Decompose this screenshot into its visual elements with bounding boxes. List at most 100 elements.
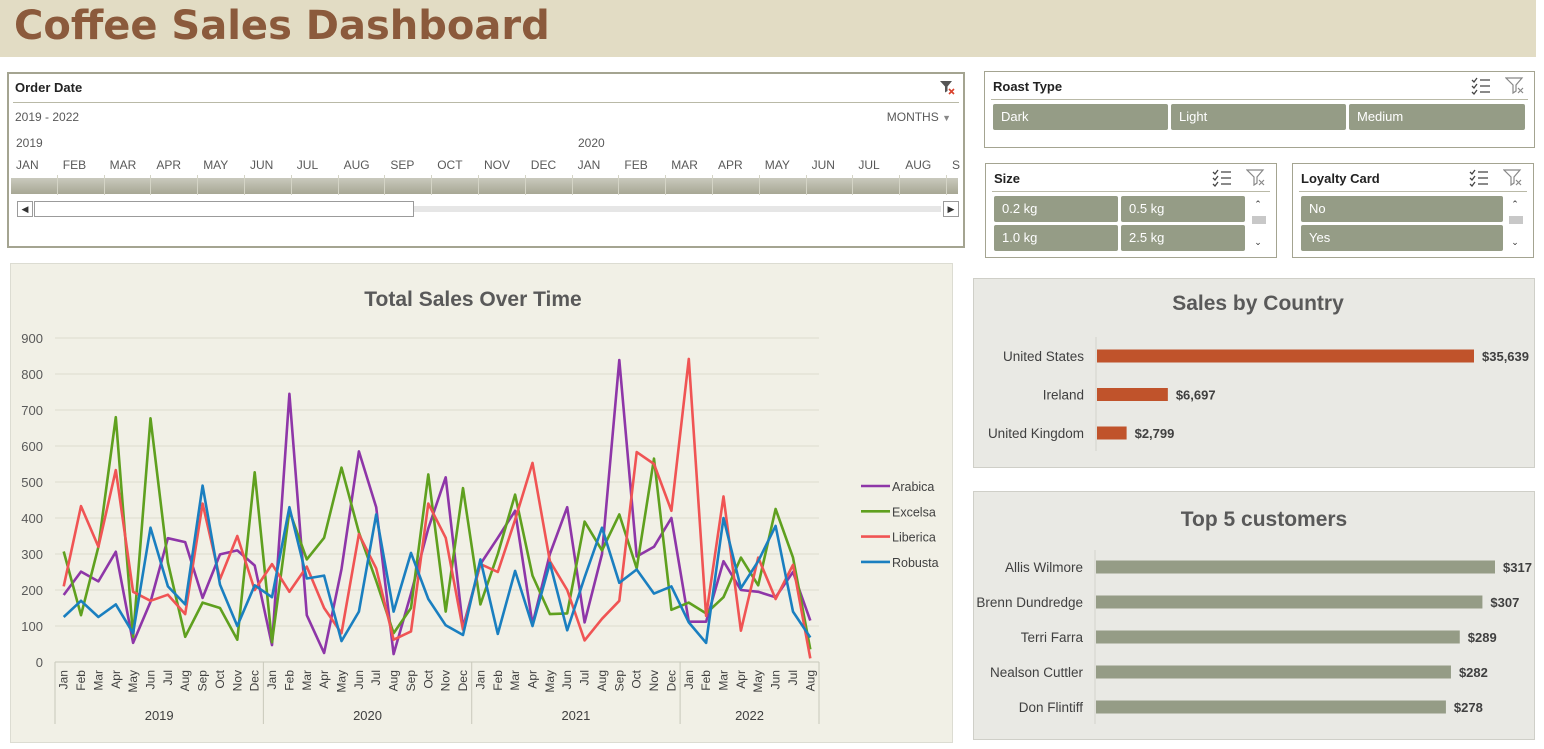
timeline-month-label: S (952, 158, 961, 172)
x-tick-label: Sep (612, 670, 626, 692)
timeline-month-tick (197, 175, 199, 195)
x-tick-label: Nov (439, 670, 453, 691)
chart-title: Total Sales Over Time (364, 288, 582, 311)
x-tick-label: Jun (352, 670, 366, 689)
timeline-scrollbar[interactable]: ◀ ▶ (17, 201, 959, 217)
category-label: Don Flintiff (1019, 700, 1084, 715)
x-tick-label: Sep (196, 670, 210, 692)
bar (1096, 630, 1460, 644)
x-tick-label: Feb (74, 670, 88, 691)
scroll-thumb[interactable] (34, 201, 414, 217)
y-tick-label: 0 (36, 655, 43, 670)
x-group-label: 2019 (145, 708, 174, 723)
x-tick-label: Sep (404, 670, 418, 692)
data-label: $35,639 (1482, 349, 1529, 364)
bar (1097, 426, 1127, 440)
legend-label: Liberica (892, 531, 936, 545)
timeline-month-label: MAY (203, 158, 229, 172)
x-tick-label: Mar (300, 670, 314, 691)
timeline-month-tick (150, 175, 152, 195)
x-tick-label: Jul (161, 670, 175, 685)
timeline-month-label: JUL (858, 158, 880, 172)
clear-filter-icon[interactable] (1245, 169, 1266, 192)
timeline-month-tick (758, 175, 760, 195)
clear-filter-icon[interactable] (1504, 77, 1525, 100)
x-tick-label: Mar (717, 670, 731, 691)
series-line-excelsa (62, 415, 812, 650)
chevron-up-icon[interactable]: ⌃ (1250, 198, 1266, 210)
multi-select-icon[interactable] (1469, 169, 1489, 192)
timeline-month-label: SEP (390, 158, 415, 172)
x-tick-label: May (126, 670, 140, 693)
slicer-item-dark[interactable]: Dark (993, 104, 1168, 130)
timeline-selection-bar[interactable] (11, 178, 958, 194)
timeline-month-label: AUG (343, 158, 370, 172)
scroll-thumb[interactable] (1509, 216, 1523, 224)
x-tick-label: Aug (178, 670, 192, 691)
x-tick-label: Oct (630, 669, 644, 688)
scroll-thumb[interactable] (1252, 216, 1266, 224)
slicer-item-1-0kg[interactable]: 1.0 kg (994, 225, 1118, 251)
clear-filter-icon[interactable] (939, 79, 955, 100)
timeline-month-label: JAN (16, 158, 39, 172)
timeline-month-tick (618, 175, 620, 195)
x-group-label: 2020 (353, 708, 382, 723)
timeline-month-label: DEC (530, 158, 557, 172)
x-tick-label: Dec (456, 670, 470, 691)
x-tick-label: Feb (699, 670, 713, 691)
x-tick-label: May (543, 670, 557, 693)
slicer-item-light[interactable]: Light (1171, 104, 1346, 130)
top-customers-chart: Top 5 customers Allis Wilmore $317 Brenn Du… (976, 508, 1532, 724)
timeline-title: Order Date (15, 80, 83, 95)
x-tick-label: Mar (91, 670, 105, 691)
timeline-month-label: MAR (109, 158, 137, 172)
multi-select-icon[interactable] (1471, 77, 1491, 100)
slicer-item-0-2kg[interactable]: 0.2 kg (994, 196, 1118, 222)
x-tick-label: May (335, 670, 349, 693)
top-customers-panel: Top 5 customers Allis Wilmore $317 Brenn Du… (973, 491, 1535, 740)
chevron-down-icon[interactable]: ⌄ (1250, 236, 1266, 248)
x-tick-label: Nov (647, 670, 661, 691)
slicer-item-2-5kg[interactable]: 2.5 kg (1121, 225, 1245, 251)
x-tick-label: Nov (230, 670, 244, 691)
y-tick-label: 200 (21, 583, 43, 598)
scroll-right-icon[interactable]: ▶ (943, 201, 959, 217)
slicer-item-0-5kg[interactable]: 0.5 kg (1121, 196, 1245, 222)
timeline-month-label: JUL (296, 158, 319, 172)
timeline-month-tick (712, 175, 713, 195)
scroll-left-icon[interactable]: ◀ (17, 201, 33, 217)
x-group-label: 2021 (561, 708, 590, 723)
bar (1096, 665, 1451, 679)
timeline-month-label: JAN (577, 158, 601, 172)
category-label: United Kingdom (988, 426, 1084, 441)
clear-filter-icon[interactable] (1502, 169, 1523, 192)
timeline-year: 2019 (16, 136, 43, 150)
slicer-item-yes[interactable]: Yes (1301, 225, 1503, 251)
slicer-item-medium[interactable]: Medium (1349, 104, 1525, 130)
category-label: Allis Wilmore (1005, 560, 1083, 575)
timeline-month-tick (805, 175, 807, 195)
timeline-month-tick (56, 175, 58, 195)
timeline-month-tick (337, 175, 339, 195)
bar (1097, 349, 1474, 363)
timeline-year: 2020 (578, 136, 605, 150)
chevron-up-icon[interactable]: ⌃ (1507, 198, 1523, 210)
category-label: United States (1003, 349, 1084, 364)
slicer-scrollbar[interactable]: ⌃ ⌄ (1507, 198, 1523, 250)
multi-select-icon[interactable] (1212, 169, 1232, 192)
time-level-dropdown[interactable]: MONTHS ▼ (887, 110, 951, 124)
timeline-month-tick (899, 175, 901, 195)
timeline-month-label: JUN (811, 158, 835, 172)
timeline-month-label: NOV (484, 158, 511, 172)
slicer-item-no[interactable]: No (1301, 196, 1503, 222)
order-date-timeline[interactable]: Order Date 2019 - 2022 MONTHS ▼ 2019 202… (7, 72, 965, 248)
slicer-scrollbar[interactable]: ⌃ ⌄ (1250, 198, 1266, 250)
chart-title: Sales by Country (1172, 292, 1344, 315)
bar (1096, 700, 1446, 714)
bar (1097, 388, 1168, 401)
timeline-month-label: JUN (250, 158, 274, 172)
chevron-down-icon[interactable]: ⌄ (1507, 236, 1523, 248)
sales-by-country-panel: Sales by Country United States $35,639 Irel… (973, 278, 1535, 468)
timeline-divider (13, 102, 959, 103)
sales-over-time-panel: Total Sales Over Time 0 100 200 300 400 500 600… (10, 263, 953, 743)
